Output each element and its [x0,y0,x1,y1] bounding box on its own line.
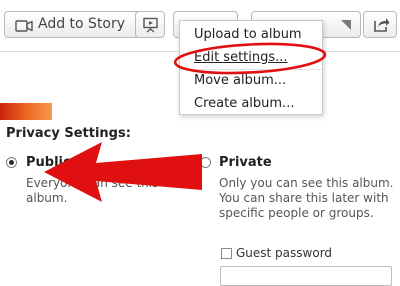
menu-divider [180,69,322,70]
guest-password-checkbox[interactable] [221,248,232,259]
slideshow-button[interactable] [135,11,165,38]
album-dropdown-menu: Upload to album Edit settings... Move al… [179,20,323,115]
private-radio[interactable] [200,157,211,168]
private-label: Private [219,155,272,170]
private-description: Only you can see this album. You can sha… [219,176,394,220]
public-description: Everyone can see this album. [26,176,159,205]
album-cover-thumbnail [0,103,52,120]
add-to-story-label: Add to Story [38,16,126,32]
slideshow-icon [142,17,159,37]
public-label: Public [26,155,71,170]
add-to-story-button[interactable]: Add to Story [4,11,152,38]
menu-item-upload-to-album[interactable]: Upload to album [194,27,302,42]
menu-item-create-album[interactable]: Create album... [194,96,294,111]
share-icon [372,16,390,37]
public-radio[interactable] [6,157,17,168]
menu-item-move-album[interactable]: Move album... [194,73,286,88]
privacy-settings-title: Privacy Settings: [6,126,131,141]
share-button[interactable] [363,11,397,38]
story-icon [15,18,33,37]
menu-item-edit-settings[interactable]: Edit settings... [194,50,288,65]
guest-password-input[interactable] [220,266,392,286]
dropdown-arrow-icon [340,17,352,36]
guest-password-label: Guest password [236,246,333,260]
